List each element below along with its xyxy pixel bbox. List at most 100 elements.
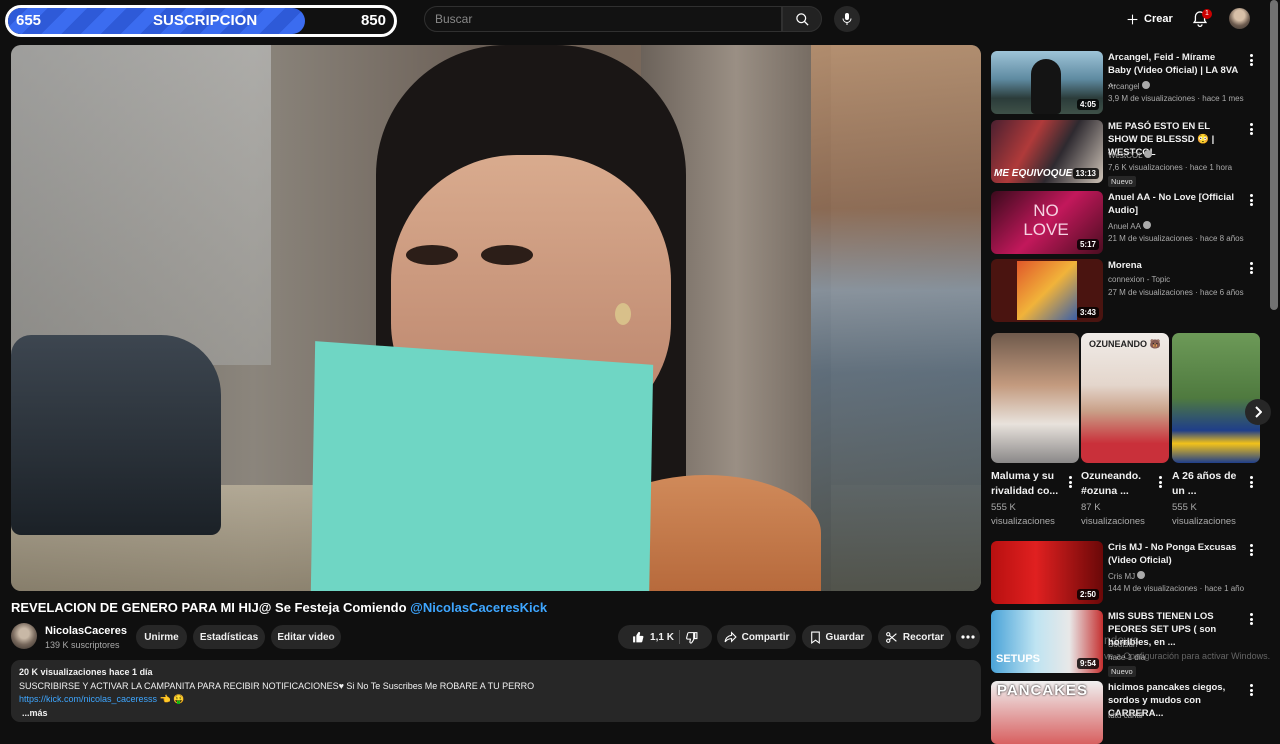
voice-search-button[interactable] [834, 6, 860, 32]
related-channel-name: Cris MJ [1108, 572, 1136, 581]
thumbnail-caption: SETUPS [996, 653, 1041, 665]
related-thumbnail[interactable]: 2:50 [991, 541, 1103, 604]
search-button[interactable] [782, 6, 822, 32]
related-meta: 27 M de visualizaciones · hace 6 años [1108, 288, 1244, 297]
goal-current: 655 [16, 12, 42, 29]
thumbnail-caption: OZUNEANDO 🐻 [1089, 339, 1161, 349]
related-channel: tdtu canal [1108, 711, 1143, 720]
subscription-goal-bar: 655 SUSCRIPCION 850 [5, 5, 397, 37]
short-views: 555 K visualizaciones [991, 502, 1055, 527]
title-mention-link[interactable]: @NicolasCaceresKick [410, 600, 547, 615]
kebab-menu-icon[interactable] [1246, 193, 1256, 207]
video-player[interactable] [11, 45, 981, 591]
share-icon [724, 631, 737, 643]
related-channel-name: Arcangel [1108, 82, 1140, 91]
new-badge: Nuevo [1108, 176, 1136, 187]
related-thumbnail[interactable]: PANCAKES [991, 681, 1103, 744]
short-item[interactable]: A 26 años de un ... 555 K visualizacione… [1172, 333, 1260, 527]
create-button[interactable]: Crear [1126, 8, 1173, 30]
video-frame-background [811, 45, 981, 591]
duration-badge: 3:43 [1076, 307, 1099, 318]
like-count[interactable]: 1,1 K [650, 632, 674, 643]
short-thumbnail[interactable] [1172, 333, 1260, 463]
related-thumbnail[interactable]: 4:05 [991, 51, 1103, 114]
related-channel: Arcangel [1108, 81, 1150, 91]
description-line: SUSCRIBIRSE Y ACTIVAR LA CAMPANITA PARA … [19, 680, 535, 691]
related-video[interactable]: NO LOVE 5:17 Anuel AA - No Love [Officia… [991, 191, 1263, 254]
description-link-line: https://kick.com/nicolas_caceresss 👈 🤑 [19, 693, 973, 707]
page-scrollbar[interactable] [1270, 0, 1278, 310]
join-button[interactable]: Unirme [136, 625, 187, 649]
related-thumbnail[interactable]: SETUPS 9:54 [991, 610, 1103, 673]
show-more-link[interactable]: ...más [19, 707, 973, 721]
shorts-shelf: Maluma y su rivalidad co... 555 K visual… [991, 333, 1261, 533]
related-video[interactable]: 2:50 Cris MJ - No Ponga Excusas (Video O… [991, 541, 1263, 604]
related-title[interactable]: Anuel AA - No Love [Official Audio] [1108, 191, 1240, 217]
bookmark-icon [810, 631, 820, 644]
related-thumbnail[interactable]: NO LOVE 5:17 [991, 191, 1103, 254]
share-button[interactable]: Compartir [717, 625, 796, 649]
related-channel: WestCOL [1108, 150, 1153, 160]
related-video[interactable]: PANCAKES hicimos pancakes ciegos, sordos… [991, 681, 1263, 744]
video-frame-eye [406, 245, 458, 265]
dislike-icon[interactable] [685, 631, 698, 644]
kick-link[interactable]: https://kick.com/nicolas_caceresss [19, 694, 157, 704]
description-views-date: 20 K visualizaciones hace 1 día [19, 667, 153, 677]
create-label: Crear [1144, 13, 1173, 25]
search-icon [795, 12, 809, 26]
description-box[interactable]: 20 K visualizaciones hace 1 día SUSCRIBI… [11, 660, 981, 722]
kebab-menu-icon[interactable] [1065, 475, 1075, 489]
search-input[interactable]: Buscar [424, 6, 782, 32]
save-button[interactable]: Guardar [802, 625, 872, 649]
related-video[interactable]: ME EQUIVOQUE 13:13 ME PASÓ ESTO EN EL SH… [991, 120, 1263, 187]
channel-avatar[interactable] [11, 623, 37, 649]
stats-button[interactable]: Estadísticas [193, 625, 265, 649]
top-bar: 655 SUSCRIPCION 850 Buscar Crear 1 [0, 0, 1280, 40]
kebab-menu-icon[interactable] [1246, 122, 1256, 136]
video-frame-paper [310, 341, 654, 591]
more-horizontal-icon [961, 635, 975, 639]
short-item[interactable]: OZUNEANDO 🐻 Ozuneando. #ozuna ... 87 K v… [1081, 333, 1169, 527]
related-channel: Anuel AA [1108, 221, 1151, 231]
related-thumbnail[interactable]: ME EQUIVOQUE 13:13 [991, 120, 1103, 183]
short-thumbnail[interactable]: OZUNEANDO 🐻 [1081, 333, 1169, 463]
channel-subscribers: 139 K suscriptores [45, 640, 120, 650]
duration-badge: 5:17 [1076, 239, 1099, 250]
short-title[interactable]: Ozuneando. #ozuna ... [1081, 469, 1155, 499]
related-video[interactable]: 3:43 Morena connexion - Topic 27 M de vi… [991, 259, 1263, 322]
kebab-menu-icon[interactable] [1246, 261, 1256, 275]
kebab-menu-icon[interactable] [1246, 683, 1256, 697]
thumbnail-caption: ME EQUIVOQUE [994, 168, 1073, 179]
goal-target: 850 [360, 12, 386, 29]
thumbnail-caption: PANCAKES [997, 682, 1089, 699]
short-title[interactable]: Maluma y su rivalidad co... [991, 469, 1065, 499]
kebab-menu-icon[interactable] [1155, 475, 1165, 489]
channel-name[interactable]: NicolasCaceres [45, 625, 127, 637]
kebab-menu-icon[interactable] [1246, 612, 1256, 626]
like-icon[interactable] [632, 631, 645, 644]
related-title[interactable]: Morena [1108, 259, 1240, 272]
short-views: 87 K visualizaciones [1081, 502, 1145, 527]
kebab-menu-icon[interactable] [1246, 53, 1256, 67]
related-video[interactable]: 4:05 Arcangel, Feid - Mírame Baby (Video… [991, 51, 1263, 114]
verified-icon [1141, 81, 1150, 89]
like-divider [678, 630, 680, 644]
new-badge: Nuevo [1108, 666, 1136, 677]
goal-label: SUSCRIPCION [153, 12, 258, 29]
related-meta: 3,9 M de visualizaciones · hace 1 mes [1108, 94, 1244, 103]
more-actions-button[interactable] [956, 625, 980, 649]
account-avatar[interactable] [1229, 8, 1250, 29]
related-title[interactable]: Cris MJ - No Ponga Excusas (Video Oficia… [1108, 541, 1240, 567]
related-thumbnail[interactable]: 3:43 [991, 259, 1103, 322]
shorts-next-button[interactable] [1245, 399, 1271, 425]
short-title[interactable]: A 26 años de un ... [1172, 469, 1246, 499]
related-meta: 7,6 K visualizaciones · hace 1 hora [1108, 163, 1233, 172]
kebab-menu-icon[interactable] [1246, 543, 1256, 557]
short-item[interactable]: Maluma y su rivalidad co... 555 K visual… [991, 333, 1079, 527]
video-title: REVELACION DE GENERO PARA MI HIJ@ Se Fes… [11, 600, 547, 615]
verified-icon [1144, 150, 1153, 158]
kebab-menu-icon[interactable] [1246, 475, 1256, 489]
clip-button[interactable]: Recortar [878, 625, 951, 649]
short-thumbnail[interactable] [991, 333, 1079, 463]
edit-video-button[interactable]: Editar video [271, 625, 341, 649]
